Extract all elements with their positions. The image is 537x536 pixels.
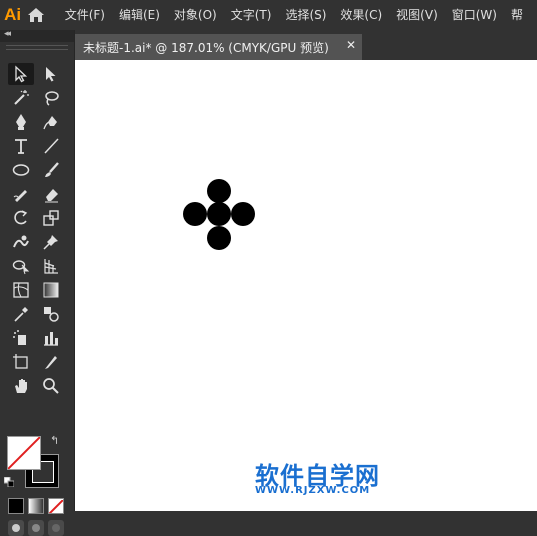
magic-wand-tool[interactable]	[8, 87, 34, 109]
blend-icon	[44, 307, 59, 322]
puppet-warp-tool[interactable]	[38, 231, 64, 253]
app-logo: Ai	[4, 5, 22, 24]
menu-type[interactable]: 文字(T)	[231, 0, 272, 30]
circle-shape-right[interactable]	[231, 202, 255, 226]
symbol-sprayer-tool[interactable]	[8, 327, 34, 349]
draw-normal-icon	[12, 524, 20, 532]
scale-icon	[43, 210, 59, 226]
panel-grip[interactable]	[6, 45, 68, 50]
paintbrush-icon	[45, 162, 59, 177]
none-slash-icon	[8, 437, 40, 469]
document-tab-bar: 未标题-1.ai* @ 187.01% (CMYK/GPU 预览) ✕	[75, 30, 537, 60]
artboard-tool[interactable]	[8, 351, 34, 373]
document-tab-title: 未标题-1.ai* @ 187.01% (CMYK/GPU 预览)	[83, 40, 329, 55]
hand-icon	[15, 379, 27, 393]
draw-inside-button[interactable]	[48, 520, 64, 536]
shape-builder-icon	[12, 260, 30, 275]
line-segment-icon	[44, 138, 59, 154]
fill-color-swatch[interactable]	[7, 436, 41, 470]
color-mode-button[interactable]	[8, 498, 24, 514]
pen-icon	[16, 114, 26, 130]
artboard-canvas[interactable]: 软件自学网 WWW.RJZXW.COM	[75, 60, 537, 511]
circle-shape-top[interactable]	[207, 179, 231, 203]
type-tool[interactable]	[8, 135, 34, 157]
lasso-icon	[45, 91, 59, 106]
direct-selection-tool[interactable]	[38, 63, 64, 85]
draw-behind-icon	[32, 524, 40, 532]
ellipse-icon	[12, 164, 30, 176]
column-graph-icon	[44, 332, 58, 346]
selection-tool[interactable]	[8, 63, 34, 85]
gradient-mode-button[interactable]	[28, 498, 44, 514]
curvature-pen-icon	[43, 116, 57, 130]
tools-panel-header: ◂◂	[0, 29, 74, 42]
rotate-tool[interactable]	[8, 207, 34, 229]
column-graph-tool[interactable]	[38, 327, 64, 349]
slice-knife-icon	[45, 356, 57, 369]
circle-shape-center[interactable]	[207, 202, 231, 226]
hand-tool[interactable]	[8, 375, 34, 397]
eyedropper-icon	[14, 307, 28, 322]
eraser-tool[interactable]	[38, 183, 64, 205]
magic-wand-icon	[14, 90, 29, 105]
menu-select[interactable]: 选择(S)	[285, 0, 326, 30]
shaper-tool[interactable]	[8, 183, 34, 205]
perspective-grid-tool[interactable]	[38, 255, 64, 277]
warp-icon	[13, 235, 29, 248]
type-icon	[15, 139, 27, 154]
curvature-tool[interactable]	[38, 111, 64, 133]
none-mode-button[interactable]	[48, 498, 64, 514]
menu-file[interactable]: 文件(F)	[65, 0, 105, 30]
document-tab[interactable]: 未标题-1.ai* @ 187.01% (CMYK/GPU 预览) ✕	[75, 34, 362, 60]
draw-behind-button[interactable]	[28, 520, 44, 536]
zoom-icon	[43, 378, 59, 394]
none-mode-icon	[49, 499, 63, 513]
direct-selection-arrow-icon	[46, 67, 56, 82]
gradient-tool[interactable]	[38, 279, 64, 301]
paintbrush-tool[interactable]	[38, 159, 64, 181]
menu-object[interactable]: 对象(O)	[174, 0, 217, 30]
eyedropper-tool[interactable]	[8, 303, 34, 325]
watermark-url: WWW.RJZXW.COM	[255, 485, 371, 496]
scale-tool[interactable]	[38, 207, 64, 229]
menu-effect[interactable]: 效果(C)	[340, 0, 382, 30]
draw-normal-button[interactable]	[8, 520, 24, 536]
menu-help[interactable]: 帮	[511, 0, 523, 30]
warp-tool[interactable]	[8, 231, 34, 253]
swap-fill-stroke-icon[interactable]: ↰	[50, 434, 59, 447]
mesh-tool[interactable]	[8, 279, 34, 301]
home-icon[interactable]	[23, 0, 48, 30]
pushpin-icon	[43, 235, 58, 250]
collapse-panel-icon[interactable]: ◂◂	[4, 29, 11, 39]
draw-inside-icon	[52, 524, 60, 532]
lasso-tool[interactable]	[38, 87, 64, 109]
mesh-icon	[13, 282, 29, 298]
selection-arrow-icon	[15, 65, 28, 83]
tools-panel: ◂◂ ↰	[0, 29, 75, 536]
slice-tool[interactable]	[38, 351, 64, 373]
artboard-icon	[13, 354, 28, 369]
menu-bar: Ai 文件(F) 编辑(E) 对象(O) 文字(T) 选择(S) 效果(C) 视…	[0, 0, 537, 30]
rotate-icon	[14, 210, 28, 225]
circle-shape-bottom[interactable]	[207, 226, 231, 250]
pen-tool[interactable]	[8, 111, 34, 133]
menu-view[interactable]: 视图(V)	[396, 0, 438, 30]
zoom-tool[interactable]	[38, 375, 64, 397]
line-segment-tool[interactable]	[38, 135, 64, 157]
menu-edit[interactable]: 编辑(E)	[119, 0, 160, 30]
default-fill-stroke-icon[interactable]	[4, 477, 14, 487]
menu-window[interactable]: 窗口(W)	[452, 0, 497, 30]
ellipse-tool[interactable]	[8, 159, 34, 181]
shape-builder-tool[interactable]	[8, 255, 34, 277]
symbol-sprayer-icon	[13, 330, 26, 345]
perspective-grid-icon	[44, 259, 58, 274]
close-tab-icon[interactable]: ✕	[346, 38, 356, 52]
shaper-pencil-icon	[13, 190, 27, 202]
blend-tool[interactable]	[38, 303, 64, 325]
eraser-icon	[45, 189, 58, 203]
gradient-icon	[43, 282, 59, 298]
circle-shape-left[interactable]	[183, 202, 207, 226]
